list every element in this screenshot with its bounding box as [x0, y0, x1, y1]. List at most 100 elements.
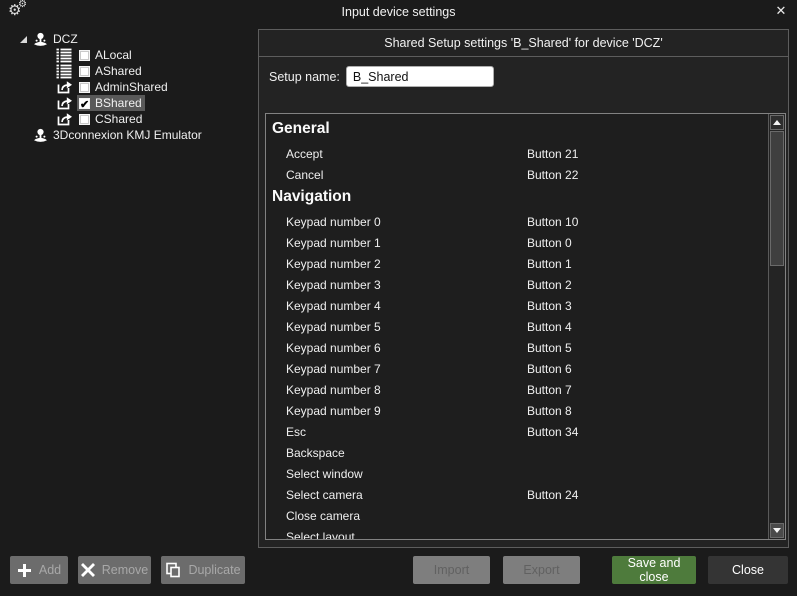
import-button-label: Import	[434, 563, 469, 577]
tree-item-bshared[interactable]: BShared	[0, 95, 252, 111]
binding-value: Button 6	[527, 362, 572, 376]
tree-item-dcz[interactable]: DCZ	[0, 31, 252, 47]
action-label: Keypad number 4	[286, 299, 381, 313]
action-label: Keypad number 2	[286, 257, 381, 271]
titlebar: ⚙ ⚙ Input device settings ✕	[0, 0, 797, 24]
settings-row[interactable]: Keypad number 5 Button 4	[266, 316, 768, 337]
device-tree: DCZALocalAShared AdminShared BSharedCShare…	[0, 31, 252, 143]
save-and-close-button-label: Save and close	[612, 556, 696, 584]
export-button[interactable]: Export	[503, 556, 580, 584]
action-label: Keypad number 8	[286, 383, 381, 397]
action-label: Cancel	[286, 168, 323, 182]
tree-item-selection-zone[interactable]: AShared	[77, 63, 145, 79]
action-label: Close camera	[286, 509, 360, 523]
add-button[interactable]: Add	[10, 556, 68, 584]
add-button-label: Add	[39, 563, 61, 577]
setup-settings-panel: Shared Setup settings 'B_Shared' for dev…	[258, 29, 789, 548]
settings-row[interactable]: EscButton 34	[266, 421, 768, 442]
tree-item-selection-zone[interactable]: AdminShared	[77, 79, 171, 95]
action-label: Backspace	[286, 446, 345, 460]
checkbox-unchecked[interactable]	[79, 114, 90, 125]
list-icon	[56, 48, 73, 63]
duplicate-icon	[165, 562, 181, 578]
share-icon	[56, 112, 73, 127]
tree-item-label: BShared	[95, 96, 142, 110]
close-icon[interactable]: ✕	[773, 3, 789, 19]
export-button-label: Export	[523, 563, 559, 577]
settings-row[interactable]: Select layout	[266, 526, 768, 540]
settings-row[interactable]: Backspace	[266, 442, 768, 463]
tree-item-label: AdminShared	[95, 80, 168, 94]
tree-item-adminshared[interactable]: AdminShared	[0, 79, 252, 95]
settings-row[interactable]: Keypad number 6Button 5	[266, 337, 768, 358]
action-label: Keypad number 3	[286, 278, 381, 292]
section-title-general: General	[266, 117, 768, 143]
action-label: Select layout	[286, 530, 355, 541]
settings-row[interactable]: Keypad number 3 Button 2	[266, 274, 768, 295]
remove-button[interactable]: Remove	[78, 556, 151, 584]
close-button[interactable]: Close	[708, 556, 788, 584]
settings-row[interactable]: Keypad number 4Button 3	[266, 295, 768, 316]
settings-row[interactable]: Keypad number 2 Button 1	[266, 253, 768, 274]
action-label: Keypad number 5	[286, 320, 381, 334]
expander-triangle-icon[interactable]	[20, 36, 27, 43]
remove-button-label: Remove	[102, 563, 149, 577]
binding-value: Button 4	[527, 320, 572, 334]
scroll-up-button[interactable]	[770, 115, 784, 130]
checkbox-unchecked[interactable]	[79, 82, 90, 93]
binding-value: Button 8	[527, 404, 572, 418]
tree-item-label: AShared	[95, 64, 142, 78]
save-and-close-button[interactable]: Save and close	[612, 556, 696, 584]
scroll-thumb[interactable]	[770, 131, 784, 266]
section-title-navigation: Navigation	[266, 185, 768, 211]
settings-row[interactable]: AcceptButton 21	[266, 143, 768, 164]
tree-item-label: DCZ	[53, 32, 78, 46]
checkbox-checked[interactable]	[79, 98, 90, 109]
settings-row[interactable]: Select camera Button 24	[266, 484, 768, 505]
tree-item-cshared[interactable]: CShared	[0, 111, 252, 127]
settings-row[interactable]: Keypad number 1Button 0	[266, 232, 768, 253]
tree-item-3dconnexion-kmj-emulator[interactable]: 3Dconnexion KMJ Emulator	[0, 127, 252, 143]
device-icon	[32, 128, 49, 143]
binding-value: Button 1	[527, 257, 572, 271]
binding-value: Button 2	[527, 278, 572, 292]
import-button[interactable]: Import	[413, 556, 490, 584]
binding-value: Button 0	[527, 236, 572, 250]
tree-item-selection-zone[interactable]: BShared	[77, 95, 145, 111]
setup-name-label: Setup name:	[269, 70, 340, 84]
binding-value: Button 7	[527, 383, 572, 397]
binding-value: Button 5	[527, 341, 572, 355]
settings-row[interactable]: Keypad number 0 Button 10	[266, 211, 768, 232]
window-title: Input device settings	[0, 5, 797, 19]
settings-row[interactable]: Keypad number 9Button 8	[266, 400, 768, 421]
binding-value: Button 10	[527, 215, 578, 229]
close-button-label: Close	[732, 563, 764, 577]
tree-item-selection-zone[interactable]: ALocal	[77, 47, 135, 63]
tree-item-alocal[interactable]: ALocal	[0, 47, 252, 63]
scrollbar[interactable]	[768, 114, 785, 539]
setup-name-input[interactable]	[346, 66, 494, 87]
x-icon	[81, 563, 95, 577]
settings-row[interactable]: Keypad number 8 Button 7	[266, 379, 768, 400]
duplicate-button[interactable]: Duplicate	[161, 556, 245, 584]
checkbox-unchecked[interactable]	[79, 66, 90, 77]
setup-name-row: Setup name:	[269, 66, 494, 87]
settings-row[interactable]: Keypad number 7 Button 6	[266, 358, 768, 379]
panel-header: Shared Setup settings 'B_Shared' for dev…	[259, 30, 788, 57]
tree-item-ashared[interactable]: AShared	[0, 63, 252, 79]
binding-value: Button 24	[527, 488, 578, 502]
triangle-down-icon	[773, 528, 781, 533]
scroll-down-button[interactable]	[770, 523, 784, 538]
action-label: Select camera	[286, 488, 363, 502]
action-label: Keypad number 0	[286, 215, 381, 229]
share-icon	[56, 80, 73, 95]
settings-row[interactable]: Close camera	[266, 505, 768, 526]
share-icon	[56, 96, 73, 111]
action-label: Keypad number 7	[286, 362, 381, 376]
tree-item-selection-zone[interactable]: CShared	[77, 111, 145, 127]
settings-row[interactable]: CancelButton 22	[266, 164, 768, 185]
checkbox-unchecked[interactable]	[79, 50, 90, 61]
tree-item-label: 3Dconnexion KMJ Emulator	[53, 128, 202, 142]
device-icon	[32, 32, 49, 47]
settings-row[interactable]: Select window	[266, 463, 768, 484]
